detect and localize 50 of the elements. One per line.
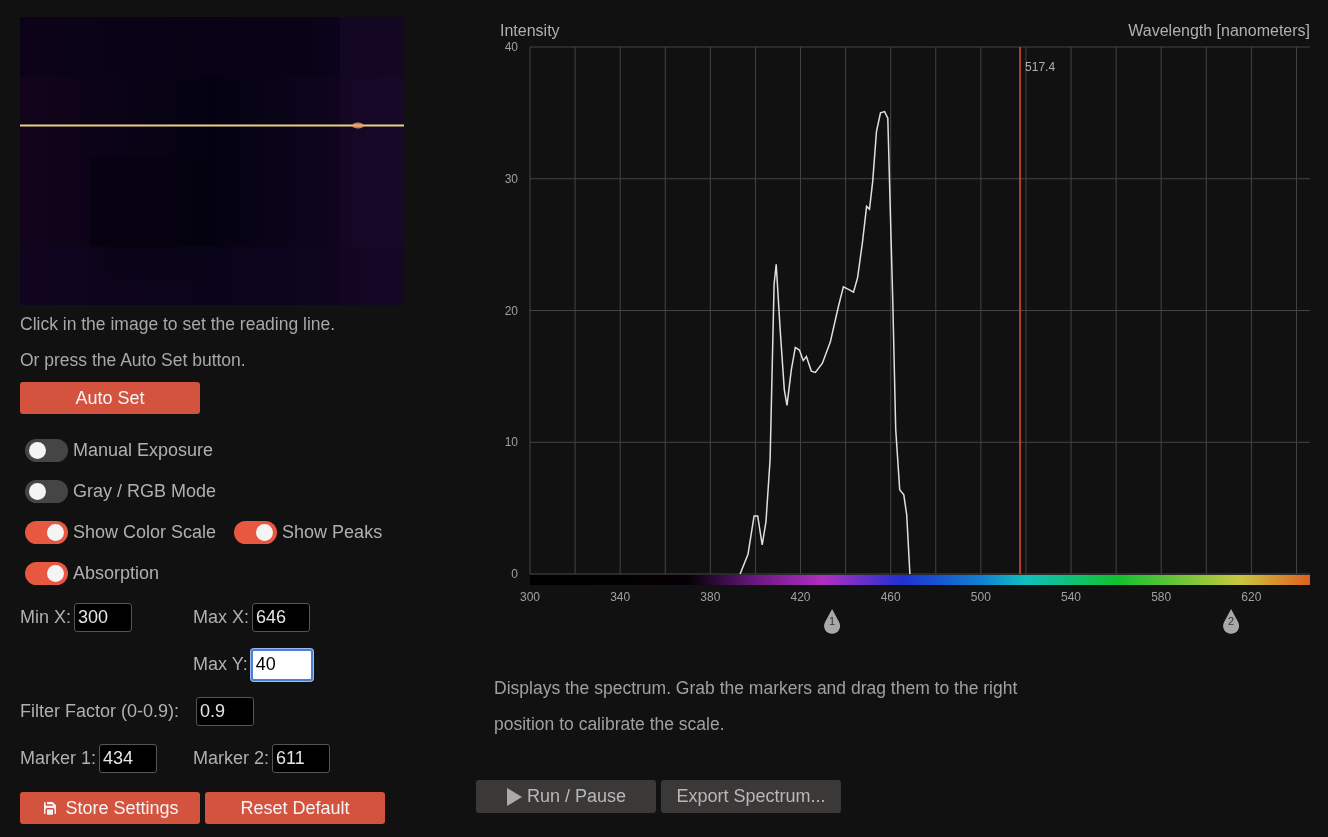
input-field[interactable]: 434 [99, 744, 158, 773]
toggle-label: Manual Exposure [73, 440, 214, 461]
store-settings-button[interactable]: Store Settings [20, 792, 200, 824]
y-tick-label: 0 [511, 567, 518, 581]
x-tick-label: 540 [1061, 590, 1082, 604]
run-pause-button[interactable]: Run / Pause [476, 780, 656, 813]
input-field[interactable]: 300 [74, 603, 132, 632]
toggle-label: Show Color Scale [73, 522, 217, 543]
toggle-switch[interactable] [234, 521, 278, 544]
toggle-label: Absorption [73, 563, 160, 584]
field-label: Max X: [193, 607, 249, 628]
toggle-switch[interactable] [25, 480, 68, 503]
field-label: Max Y: [193, 654, 248, 675]
y-tick-label: 20 [504, 303, 518, 318]
x-tick-label: 500 [970, 590, 991, 604]
toggle-label: Gray / RGB Mode [73, 481, 217, 502]
x-tick-label: 420 [790, 590, 811, 604]
x-tick-label: 580 [1151, 590, 1172, 604]
field-label: Filter Factor (0-0.9): [20, 701, 181, 722]
y-tick-label: 40 [504, 40, 518, 54]
toggle-switch[interactable] [25, 521, 68, 544]
field-label: Marker 1: [20, 748, 97, 769]
toggle-switch[interactable] [25, 439, 68, 462]
input-field[interactable]: 646 [252, 603, 310, 632]
marker-handle[interactable]: 1 [824, 609, 841, 634]
export-button[interactable]: Export Spectrum... [661, 780, 841, 813]
y-tick-label: 30 [504, 171, 518, 186]
x-tick-label: 460 [880, 590, 901, 604]
field-label: Min X: [20, 607, 71, 628]
x-tick-label: 300 [520, 590, 540, 604]
x-tick-label: 380 [700, 590, 721, 604]
field-label: Marker 2: [193, 748, 270, 769]
hint-text: Or press the Auto Set button. [20, 349, 247, 372]
auto-set-button[interactable]: Auto Set [20, 382, 200, 414]
input-field[interactable]: 40 [250, 648, 313, 681]
hint-text: Click in the image to set the reading line. [20, 313, 337, 336]
input-field[interactable]: 0.9 [196, 697, 254, 726]
reset-button[interactable]: Reset Default [205, 792, 385, 824]
y-axis-title: Intensity [500, 22, 560, 39]
play-icon [505, 786, 523, 807]
x-tick-label: 620 [1241, 590, 1262, 604]
y-tick-label: 10 [504, 435, 518, 450]
input-field[interactable]: 611 [272, 744, 331, 773]
x-tick-label: 340 [610, 590, 631, 604]
description-text: Displays the spectrum. Grab the markers and drag them to the right position to calibrate the scale. [494, 677, 1019, 736]
wavelength-label: 517.4 [1025, 60, 1056, 74]
x-axis-title: Wavelength [nanometers] [1128, 22, 1310, 39]
marker-handle[interactable]: 2 [1223, 609, 1240, 634]
toggle-switch[interactable] [25, 562, 68, 585]
toggle-label: Show Peaks [282, 522, 383, 543]
